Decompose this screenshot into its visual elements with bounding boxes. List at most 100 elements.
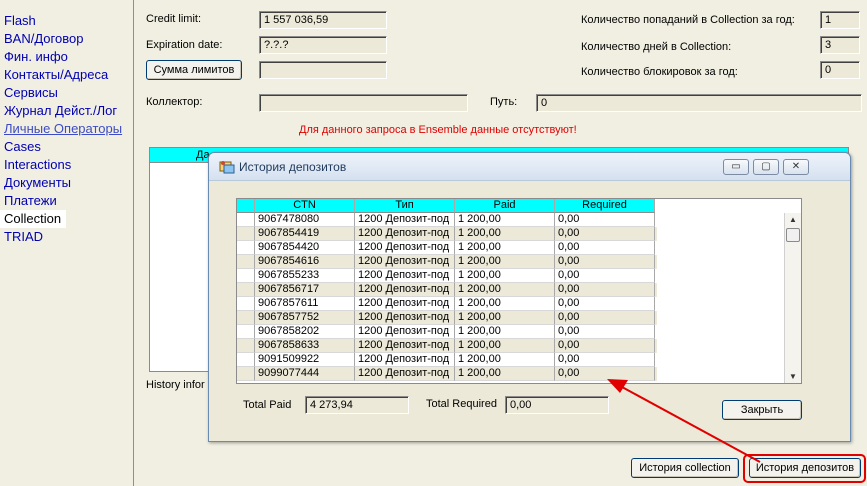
row-selector[interactable] [237, 339, 255, 353]
sidebar-item-collection[interactable]: Collection [0, 210, 66, 228]
table-row[interactable]: 9067857752 1200 Депозит-под 1 200,00 0,00 [237, 311, 657, 325]
column-header-type[interactable]: Тип [355, 199, 455, 213]
maximize-icon: ▢ [761, 161, 771, 172]
sidebar-item-fin-info[interactable]: Фин. инфо [0, 48, 133, 66]
ensemble-no-data-message: Для данного запроса в Ensemble данные от… [299, 124, 577, 136]
row-selector[interactable] [237, 325, 255, 339]
table-row[interactable]: 9067858202 1200 Депозит-под 1 200,00 0,00 [237, 325, 657, 339]
cell-required: 0,00 [555, 255, 655, 269]
deposit-history-dialog: История депозитов ▭ ▢ ✕ CTN Тип Paid Req… [208, 152, 851, 442]
cell-ctn: 9067858202 [255, 325, 355, 339]
table-row[interactable]: 9067858633 1200 Депозит-под 1 200,00 0,00 [237, 339, 657, 353]
cell-ctn: 9067855233 [255, 269, 355, 283]
cell-ctn: 9067854616 [255, 255, 355, 269]
sidebar-item-action-log[interactable]: Журнал Дейст./Лог [0, 102, 133, 120]
deposits-grid: CTN Тип Paid Required 9067478080 1200 Деп… [236, 198, 802, 384]
row-selector-header [237, 199, 255, 213]
row-selector[interactable] [237, 297, 255, 311]
cell-required: 0,00 [555, 241, 655, 255]
cell-required: 0,00 [555, 283, 655, 297]
deposits-grid-header: CTN Тип Paid Required [237, 199, 657, 213]
table-row[interactable]: 9067854420 1200 Депозит-под 1 200,00 0,00 [237, 241, 657, 255]
collection-hits-field: 1 [820, 11, 860, 29]
cell-paid: 1 200,00 [455, 325, 555, 339]
table-row[interactable]: 9067856717 1200 Депозит-под 1 200,00 0,00 [237, 283, 657, 297]
dialog-title: История депозитов [239, 160, 347, 174]
cell-required: 0,00 [555, 311, 655, 325]
sidebar-item-personal-operators[interactable]: Личные Операторы [0, 120, 133, 138]
table-row[interactable]: 9067855233 1200 Депозит-под 1 200,00 0,00 [237, 269, 657, 283]
sidebar-item-payments[interactable]: Платежи [0, 192, 133, 210]
collector-field [259, 94, 468, 112]
cell-paid: 1 200,00 [455, 283, 555, 297]
cell-type: 1200 Депозит-под [355, 213, 455, 227]
path-field: 0 [536, 94, 862, 112]
limits-sum-button[interactable]: Сумма лимитов [146, 60, 242, 80]
scroll-up-icon[interactable]: ▲ [785, 213, 801, 227]
credit-limit-field: 1 557 036,59 [259, 11, 387, 29]
cell-ctn: 9067854419 [255, 227, 355, 241]
row-selector[interactable] [237, 227, 255, 241]
column-header-ctn[interactable]: CTN [255, 199, 355, 213]
column-header-paid[interactable]: Paid [455, 199, 555, 213]
cell-ctn: 9067857752 [255, 311, 355, 325]
sidebar-item-ban[interactable]: BAN/Договор [0, 30, 133, 48]
collection-days-field: 3 [820, 36, 860, 54]
close-dialog-button[interactable]: Закрыть [722, 400, 802, 420]
sidebar-item-flash[interactable]: Flash [0, 12, 133, 30]
total-required-label: Total Required [426, 398, 497, 410]
sidebar-item-cases[interactable]: Cases [0, 138, 133, 156]
table-row[interactable]: 9067857611 1200 Депозит-под 1 200,00 0,00 [237, 297, 657, 311]
minimize-button[interactable]: ▭ [723, 159, 749, 175]
table-row[interactable]: 9099077444 1200 Депозит-под 1 200,00 0,00 [237, 367, 657, 381]
row-selector[interactable] [237, 241, 255, 255]
grid-scrollbar[interactable]: ▲ ▼ [784, 213, 801, 383]
cell-paid: 1 200,00 [455, 227, 555, 241]
cell-paid: 1 200,00 [455, 353, 555, 367]
cell-paid: 1 200,00 [455, 367, 555, 381]
cell-required: 0,00 [555, 339, 655, 353]
scroll-down-icon[interactable]: ▼ [785, 370, 801, 383]
sidebar-item-contacts[interactable]: Контакты/Адреса [0, 66, 133, 84]
cell-paid: 1 200,00 [455, 241, 555, 255]
limits-sum-field [259, 61, 387, 79]
cell-required: 0,00 [555, 213, 655, 227]
dialog-title-bar[interactable]: История депозитов ▭ ▢ ✕ [209, 153, 850, 181]
total-paid-label: Total Paid [243, 399, 292, 411]
cell-paid: 1 200,00 [455, 297, 555, 311]
column-header-required[interactable]: Required [555, 199, 655, 213]
cell-type: 1200 Депозит-под [355, 241, 455, 255]
maximize-button[interactable]: ▢ [753, 159, 779, 175]
cell-type: 1200 Депозит-под [355, 255, 455, 269]
cell-ctn: 9099077444 [255, 367, 355, 381]
scroll-thumb[interactable] [786, 228, 800, 242]
row-selector[interactable] [237, 269, 255, 283]
cell-type: 1200 Депозит-под [355, 297, 455, 311]
sidebar-item-interactions[interactable]: Interactions [0, 156, 133, 174]
row-selector[interactable] [237, 255, 255, 269]
blocks-count-label: Количество блокировок за год: [581, 66, 738, 78]
cell-paid: 1 200,00 [455, 213, 555, 227]
cell-ctn: 9067856717 [255, 283, 355, 297]
row-selector[interactable] [237, 311, 255, 325]
row-selector[interactable] [237, 213, 255, 227]
table-row[interactable]: 9067854419 1200 Депозит-под 1 200,00 0,00 [237, 227, 657, 241]
sidebar-item-services[interactable]: Сервисы [0, 84, 133, 102]
cell-required: 0,00 [555, 325, 655, 339]
sidebar-item-documents[interactable]: Документы [0, 174, 133, 192]
cell-ctn: 9067858633 [255, 339, 355, 353]
table-row[interactable]: 9091509922 1200 Депозит-под 1 200,00 0,00 [237, 353, 657, 367]
expiration-date-label: Expiration date: [146, 39, 223, 51]
collector-label: Коллектор: [146, 96, 203, 108]
cell-ctn: 9067478080 [255, 213, 355, 227]
row-selector[interactable] [237, 283, 255, 297]
history-collection-button[interactable]: История collection [631, 458, 739, 478]
table-row[interactable]: 9067478080 1200 Депозит-под 1 200,00 0,00 [237, 213, 657, 227]
table-row[interactable]: 9067854616 1200 Депозит-под 1 200,00 0,00 [237, 255, 657, 269]
sidebar-item-triad[interactable]: TRIAD [0, 228, 133, 246]
row-selector[interactable] [237, 353, 255, 367]
row-selector[interactable] [237, 367, 255, 381]
cell-required: 0,00 [555, 353, 655, 367]
close-window-button[interactable]: ✕ [783, 159, 809, 175]
total-required-field: 0,00 [505, 396, 609, 414]
